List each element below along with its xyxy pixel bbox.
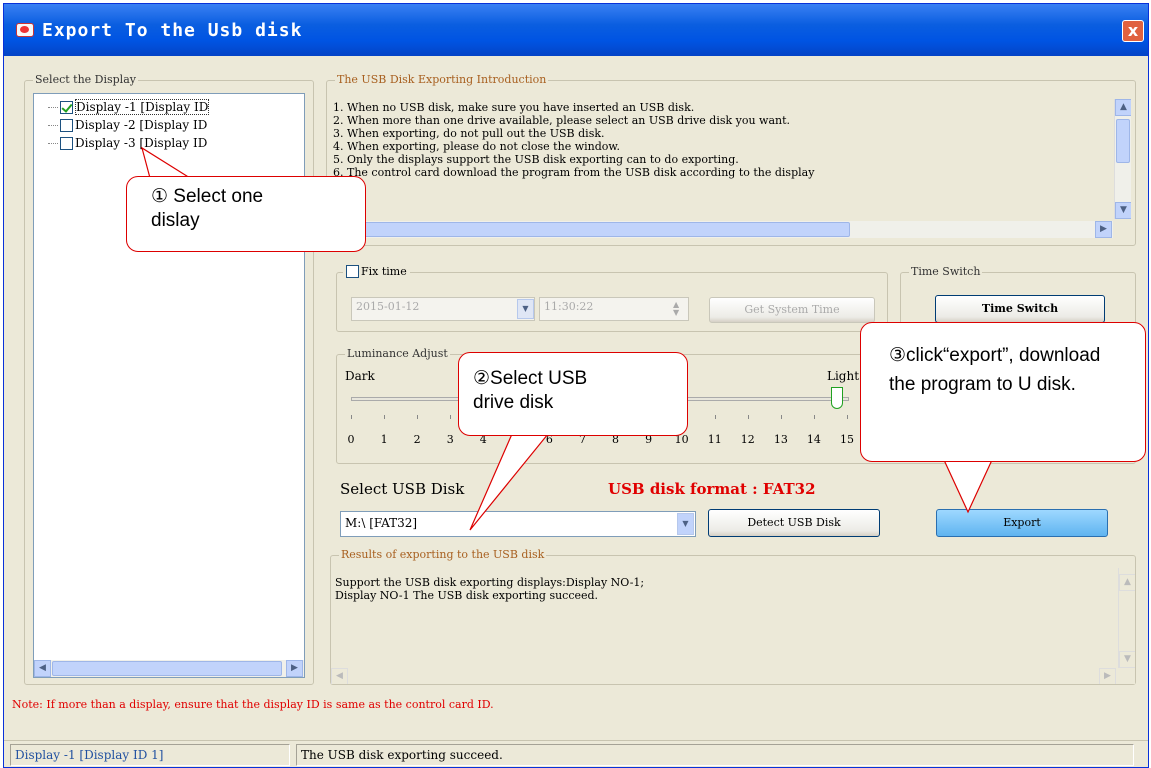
tree-hscroll-thumb[interactable] [52, 661, 282, 676]
display-item-2[interactable]: Display -2 [Display ID [48, 116, 207, 134]
window-title: Export To the Usb disk [42, 20, 303, 41]
scroll-up-icon[interactable]: ▲ [1115, 99, 1131, 116]
usb-disk-value: M:\ [FAT32] [345, 516, 418, 530]
luminance-tick [384, 415, 386, 419]
display-1-label: Display -1 [Display ID [75, 99, 210, 115]
intro-vscroll[interactable]: ▲ ▼ [1114, 99, 1131, 219]
get-system-time-button[interactable]: Get System Time [709, 297, 875, 323]
tree-hscroll[interactable]: ◀ ▶ [34, 660, 304, 677]
results-vscroll[interactable]: ▲ ▼ [1118, 568, 1135, 668]
luminance-tick-label: 11 [707, 433, 722, 446]
intro-line: 4. When exporting, please do not close t… [333, 140, 620, 153]
light-label: Light [827, 369, 860, 383]
usb-disk-select[interactable]: M:\ [FAT32] [340, 511, 696, 537]
results-text: Support the USB disk exporting displays:… [331, 568, 1135, 684]
time-value: 11:30:22 [544, 300, 594, 313]
scroll-down-icon[interactable]: ▼ [1119, 651, 1135, 668]
intro-vscroll-thumb[interactable] [1116, 119, 1130, 163]
intro-label: The USB Disk Exporting Introduction [335, 73, 549, 86]
luminance-tick [780, 415, 782, 419]
fix-time-group: Fix time 2015-01-12 ▼ 11:30:22 ▲ ▼ Get Sy… [336, 265, 888, 332]
callout-3-text: ③click“export”, download the program to … [889, 345, 1101, 395]
select-display-label: Select the Display [33, 73, 138, 86]
select-display-group: Select the Display Display -1 [Display I… [24, 73, 314, 685]
display-item-3[interactable]: Display -3 [Display ID [48, 134, 207, 152]
intro-line: 6. The control card download the program… [333, 166, 815, 179]
callout-select-display: ① Select one dislay [126, 176, 366, 252]
luminance-tick-label: 15 [840, 433, 854, 446]
luminance-thumb[interactable] [831, 387, 843, 409]
callout-2-text: ②Select USB drive disk [473, 368, 588, 413]
chevron-down-icon[interactable]: ▼ [677, 513, 694, 535]
display-3-checkbox[interactable] [60, 136, 73, 150]
scroll-right-icon[interactable]: ▶ [1099, 668, 1116, 684]
luminance-tick-label: 3 [446, 433, 454, 446]
intro-line: 3. When exporting, do not pull out the U… [333, 127, 605, 140]
fix-time-label: Fix time [361, 265, 407, 278]
status-display: Display -1 [Display ID 1] [10, 744, 290, 766]
intro-line: 2. When more than one drive available, p… [333, 114, 791, 127]
title-bar[interactable]: Export To the Usb disk x [4, 4, 1148, 56]
intro-line: 1. When no USB disk, make sure you have … [333, 101, 695, 114]
time-picker[interactable]: 11:30:22 [539, 297, 689, 321]
close-button[interactable]: x [1122, 20, 1144, 42]
date-value: 2015-01-12 [356, 300, 420, 313]
luminance-tick [847, 415, 848, 419]
time-switch-button[interactable]: Time Switch [935, 295, 1105, 323]
luminance-tick [813, 415, 815, 419]
results-label: Results of exporting to the USB disk [339, 548, 547, 561]
callout-click-export: ③click“export”, download the program to … [860, 322, 1146, 462]
display-3-label: Display -3 [Display ID [75, 136, 208, 150]
callout-1-text: ① Select one dislay [151, 186, 264, 231]
intro-hscroll-thumb[interactable] [345, 222, 850, 237]
app-icon [16, 23, 34, 37]
scroll-left-icon[interactable]: ◀ [34, 660, 51, 677]
time-spin-icon[interactable]: ▲ ▼ [673, 301, 679, 317]
scroll-up-icon[interactable]: ▲ [1119, 574, 1135, 591]
intro-text: 1. When no USB disk, make sure you have … [331, 99, 1131, 241]
display-1-checkbox[interactable] [60, 100, 73, 114]
scroll-down-icon[interactable]: ▼ [1115, 202, 1131, 219]
date-picker[interactable]: 2015-01-12 [351, 297, 535, 321]
luminance-tick [747, 415, 749, 419]
select-usb-label: Select USB Disk [340, 480, 465, 498]
luminance-tick-label: 2 [413, 433, 421, 446]
time-switch-label: Time Switch [909, 265, 983, 278]
luminance-tick-label: 14 [806, 433, 821, 446]
detect-usb-button[interactable]: Detect USB Disk [708, 509, 880, 537]
results-hscroll[interactable]: ◀ ▶ [331, 668, 1117, 684]
scroll-right-icon[interactable]: ▶ [286, 660, 303, 677]
results-line: Support the USB disk exporting displays:… [335, 576, 645, 589]
results-line: Display NO-1 The USB disk exporting succ… [335, 589, 599, 602]
intro-hscroll[interactable]: ▶ [331, 221, 1113, 238]
dark-label: Dark [345, 369, 375, 383]
display-2-label: Display -2 [Display ID [75, 118, 208, 132]
usb-format-label: USB disk format : FAT32 [608, 480, 816, 498]
luminance-tick-label: 1 [380, 433, 388, 446]
chevron-down-icon[interactable]: ▼ [517, 299, 534, 319]
scroll-left-icon[interactable]: ◀ [331, 668, 348, 684]
luminance-tick-label: 13 [773, 433, 788, 446]
luminance-label: Luminance Adjust [345, 347, 450, 360]
luminance-tick [714, 415, 716, 419]
fix-time-checkbox[interactable] [346, 265, 359, 278]
luminance-tick [417, 415, 419, 419]
luminance-tick-label: 0 [347, 433, 355, 446]
callout-select-usb: ②Select USB drive disk [458, 352, 688, 436]
status-message: The USB disk exporting succeed. [296, 744, 1134, 766]
display-2-checkbox[interactable] [60, 118, 73, 132]
status-bar: Display -1 [Display ID 1] The USB disk e… [4, 740, 1148, 767]
export-button[interactable]: Export [936, 509, 1108, 537]
display-item-1[interactable]: Display -1 [Display ID [48, 98, 210, 116]
luminance-tick [351, 415, 352, 419]
intro-line: 5. Only the displays support the USB dis… [333, 153, 739, 166]
luminance-tick-label: 12 [740, 433, 755, 446]
luminance-tick [450, 415, 452, 419]
note-text: Note: If more than a display, ensure tha… [12, 698, 494, 711]
results-group: Results of exporting to the USB disk Sup… [330, 548, 1136, 685]
intro-group: The USB Disk Exporting Introduction 1. W… [326, 73, 1136, 246]
scroll-right-icon[interactable]: ▶ [1095, 221, 1112, 238]
